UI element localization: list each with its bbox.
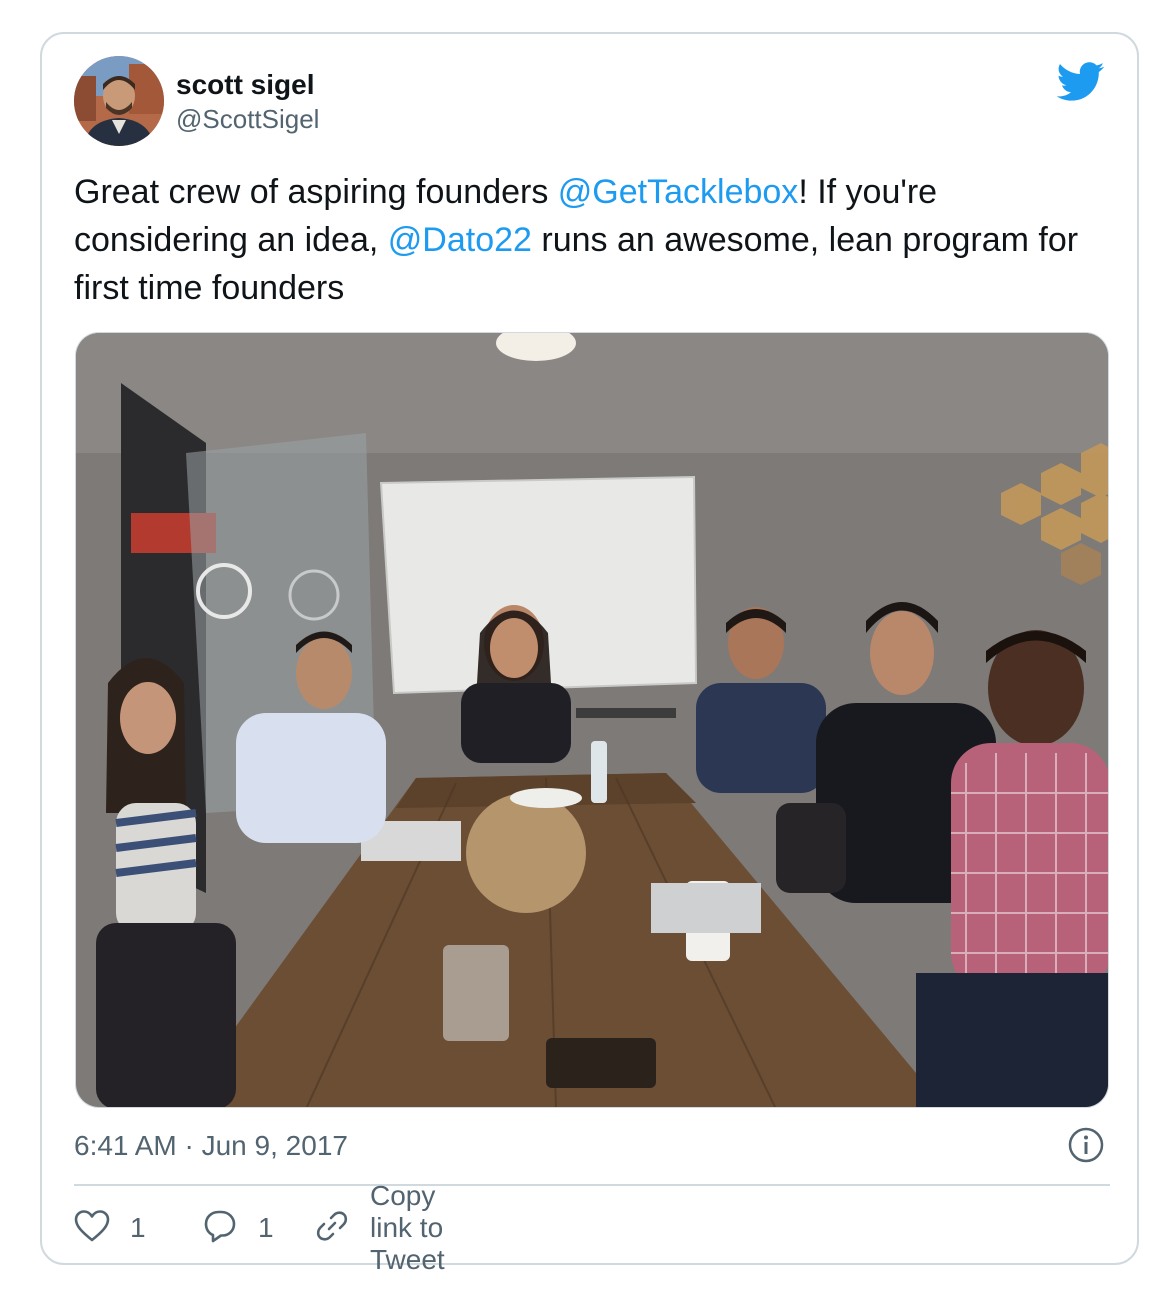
heart-icon [74, 1209, 110, 1248]
tweet-text: Great crew of aspiring founders @GetTack… [74, 168, 1104, 312]
tweet-photo[interactable] [75, 332, 1109, 1108]
reply-button[interactable]: 1 [202, 1206, 274, 1250]
tweet-timestamp[interactable]: 6:41 AM · Jun 9, 2017 [74, 1128, 348, 1164]
tweet-card[interactable]: scott sigel @ScottSigel Great crew of as… [40, 32, 1139, 1275]
copy-link-label: Copy link to Tweet [370, 1180, 445, 1275]
mention-gettacklebox-link[interactable]: @GetTacklebox [558, 173, 799, 211]
tweet-text-part: Great crew of aspiring founders [74, 173, 558, 211]
author-display-name[interactable]: scott sigel [176, 68, 319, 102]
reply-bubble-icon [202, 1208, 238, 1249]
copy-link-button[interactable]: Copy link to Tweet [314, 1180, 445, 1275]
reply-count: 1 [258, 1212, 274, 1243]
author-block[interactable]: scott sigel @ScottSigel [176, 68, 319, 136]
info-icon[interactable] [1067, 1126, 1105, 1164]
link-icon [314, 1208, 350, 1249]
twitter-bird-icon[interactable] [1056, 62, 1105, 102]
divider [74, 1184, 1110, 1186]
avatar[interactable] [74, 56, 164, 146]
like-count: 1 [130, 1212, 146, 1243]
author-handle[interactable]: @ScottSigel [176, 102, 319, 136]
like-button[interactable]: 1 [74, 1206, 146, 1250]
mention-dato22-link[interactable]: @Dato22 [388, 221, 532, 259]
